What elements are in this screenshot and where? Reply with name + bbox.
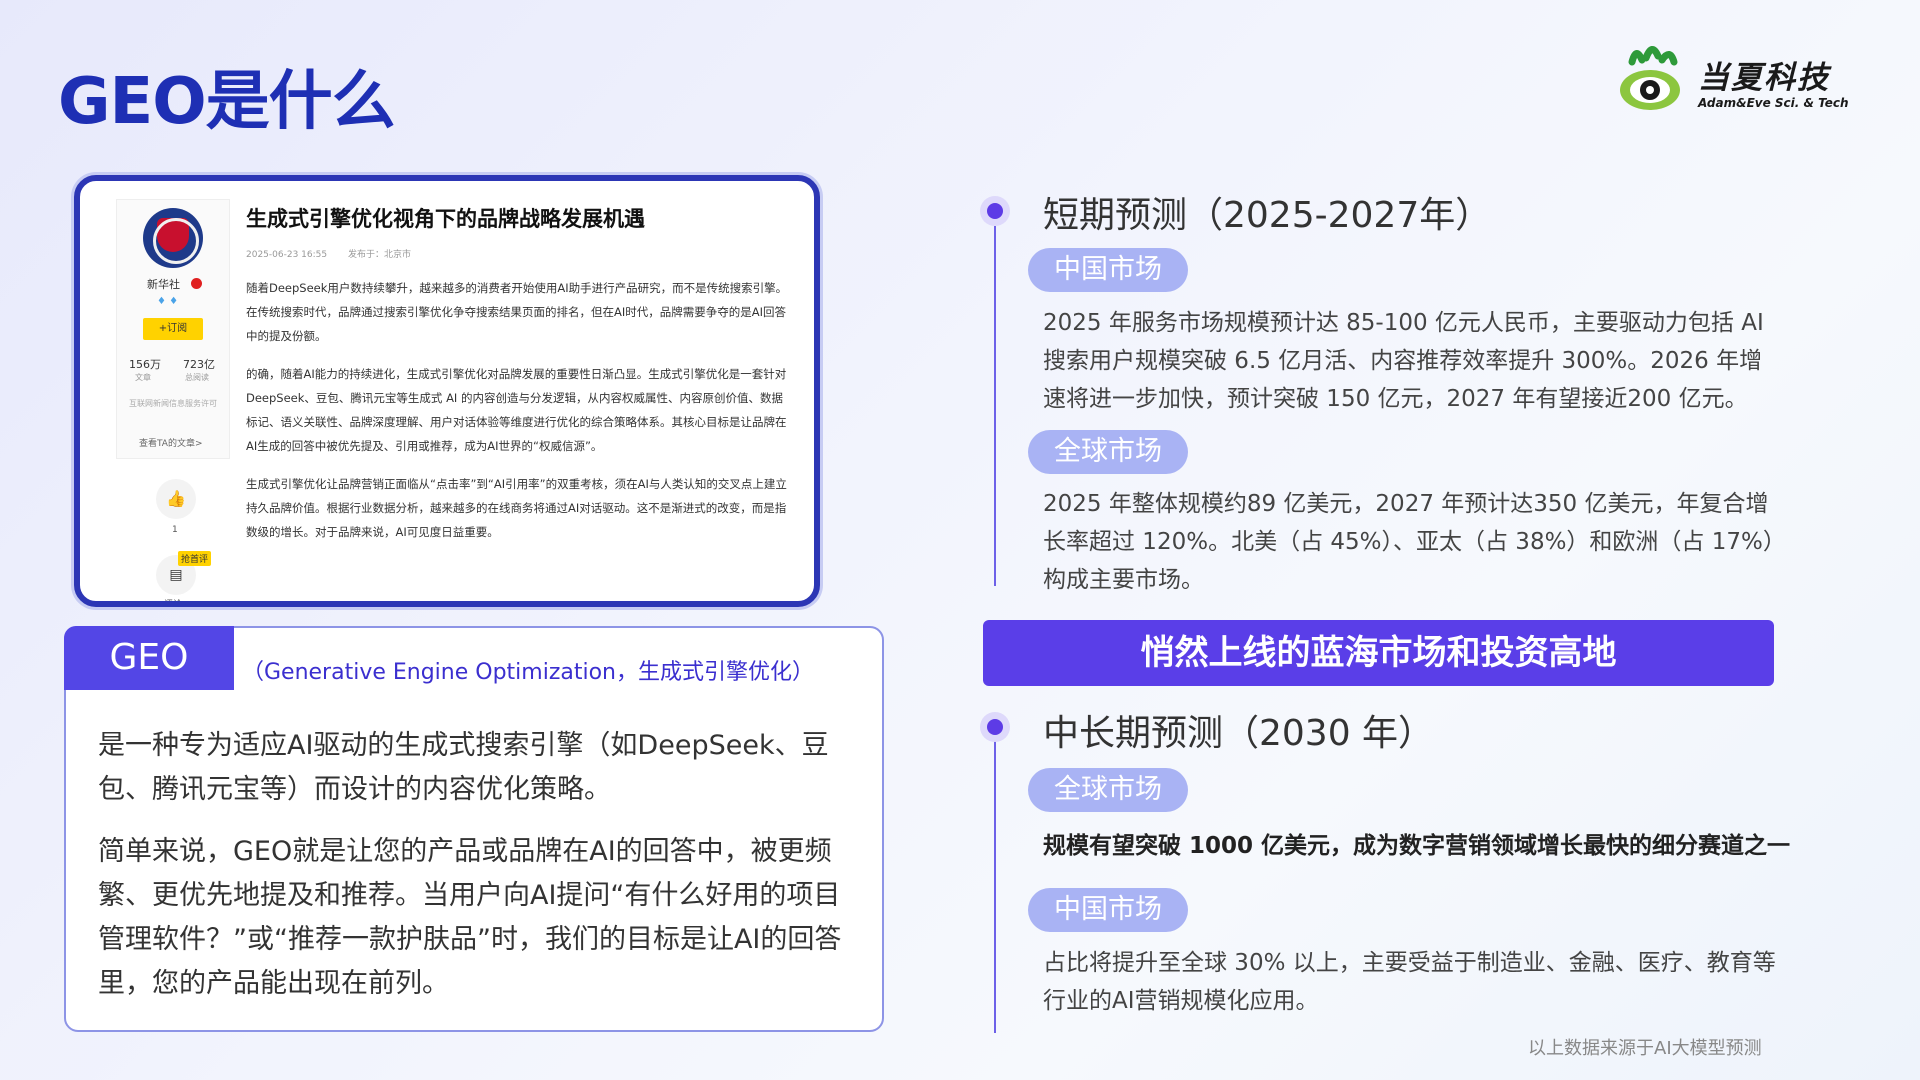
article-count-label: 文章 (135, 373, 151, 382)
license-text: 互联网新闻信息服务许可 (129, 399, 217, 408)
author-name: 新华社 (147, 278, 180, 291)
logo-name-cn: 当夏科技 (1698, 60, 1830, 96)
data-source-note: 以上数据来源于AI大模型预测 (1528, 1038, 1762, 1059)
global-market-pill: 全球市场 (1028, 430, 1188, 474)
short-term-global-text: 2025 年整体规模约89 亿美元，2027 年预计达350 亿美元，年复合增长… (1043, 491, 1775, 593)
read-count: 723亿 (183, 358, 215, 371)
page-title: GEO是什么 (58, 65, 396, 139)
timeline-line-long (994, 740, 996, 1033)
article-paragraph: 随着DeepSeek用户数持续攀升，越来越多的消费者开始使用AI助手进行产品研究… (246, 281, 788, 343)
china-market-pill: 中国市场 (1028, 888, 1188, 932)
long-term-china-text: 占比将提升至全球 30% 以上，主要受益于制造业、金融、医疗、教育等行业的AI营… (1043, 950, 1776, 1014)
geo-definition-box: GEO （Generative Engine Optimization，生成式引… (64, 626, 884, 1032)
explanation-paragraph: 简单来说，GEO就是让您的产品或品牌在AI的回答中，被更频繁、更优先地提及和推荐… (98, 836, 842, 999)
gem-icon: ♦ ♦ (157, 296, 179, 307)
article-title: 生成式引擎优化视角下的品牌战略发展机遇 (246, 207, 645, 231)
blue-ocean-banner: 悄然上线的蓝海市场和投资高地 (983, 620, 1774, 686)
definition-paragraph: 是一种专为适应AI驱动的生成式搜索引擎（如DeepSeek、豆包、腾讯元宝等）而… (98, 730, 829, 805)
subscribe-button[interactable]: +订阅 (143, 318, 203, 340)
thumbs-up-icon[interactable]: 👍 (156, 479, 196, 519)
like-count: 1 (172, 525, 178, 535)
article-screenshot: 新华社 ♦ ♦ +订阅 156万 文章 723亿 总阅读 互联网新闻信息服务许可… (74, 175, 820, 607)
view-more-link[interactable]: 查看TA的文章> (139, 436, 203, 449)
verified-badge-icon (191, 278, 202, 289)
article-meta: 2025-06-23 16:55 发布于：北京市 (246, 247, 790, 260)
timeline-dot (980, 712, 1010, 742)
article-date: 2025-06-23 16:55 (246, 250, 328, 260)
article-location: 发布于：北京市 (347, 250, 411, 260)
article-paragraph: 生成式引擎优化让品牌营销正面临从“点击率”到“AI引用率”的双重考核，须在AI与… (246, 477, 787, 539)
global-market-pill: 全球市场 (1028, 768, 1188, 812)
long-term-heading: 中长期预测（2030 年） (1043, 713, 1435, 754)
article-body: 生成式引擎优化视角下的品牌战略发展机遇 2025-06-23 16:55 发布于… (246, 203, 790, 558)
read-count-label: 总阅读 (185, 373, 209, 382)
xinhua-emblem-icon (143, 208, 203, 268)
sofa-badge: 抢首评 (178, 551, 212, 566)
short-term-china-text: 2025 年服务市场规模预计达 85-100 亿元人民币，主要驱动力包括 AI … (1043, 310, 1764, 412)
article-paragraph: 的确，随着AI能力的持续进化，生成式引擎优化对品牌发展的重要性日渐凸显。生成式引… (246, 367, 787, 453)
comment-label: 评论 (164, 600, 183, 607)
short-term-heading: 短期预测（2025-2027年） (1043, 195, 1492, 236)
geo-tag: GEO (64, 626, 234, 690)
geo-full-name: （Generative Engine Optimization，生成式引擎优化） (242, 660, 815, 685)
timeline-line-short (994, 226, 996, 586)
china-market-pill: 中国市场 (1028, 248, 1188, 292)
author-card: 新华社 ♦ ♦ +订阅 156万 文章 723亿 总阅读 互联网新闻信息服务许可… (116, 199, 230, 459)
logo-name-en: Adam&Eve Sci. & Tech (1698, 96, 1849, 110)
company-logo: 当夏科技 Adam&Eve Sci. & Tech (1612, 40, 1868, 120)
article-count: 156万 (129, 358, 161, 371)
timeline-dot (980, 196, 1010, 226)
eye-logo-icon (1620, 46, 1680, 110)
long-term-global-text: 规模有望突破 1000 亿美元，成为数字营销领域增长最快的细分赛道之一 (1043, 833, 1791, 859)
